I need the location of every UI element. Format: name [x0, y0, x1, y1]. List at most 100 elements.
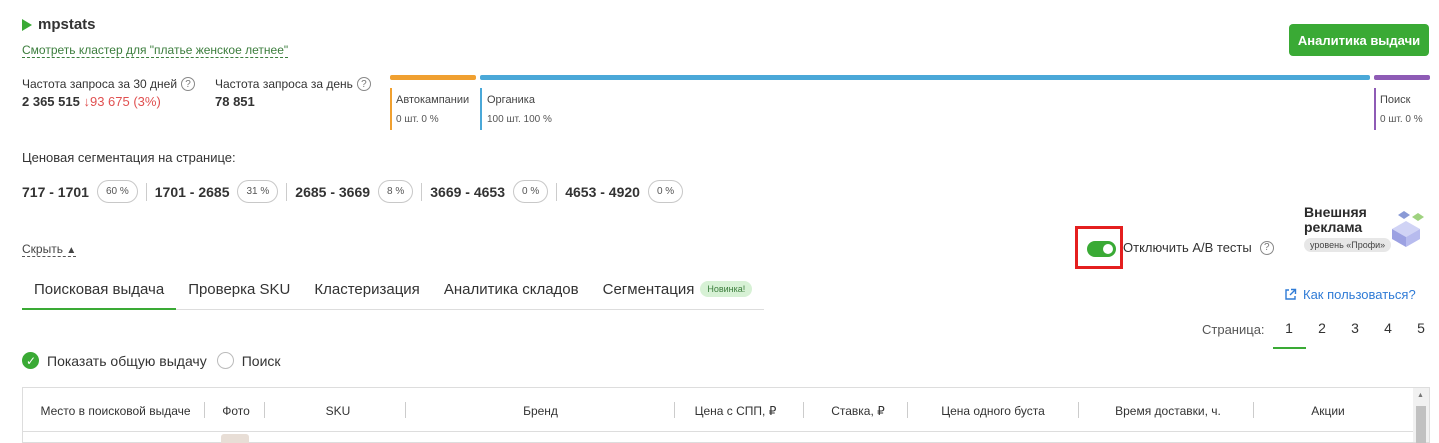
ab-test-label: Отключить A/B тесты	[1123, 240, 1252, 255]
page-4[interactable]: 4	[1372, 320, 1405, 349]
radio-search[interactable]	[216, 352, 234, 369]
segment-bar-search	[1374, 75, 1430, 80]
price-range: 3669 - 4653	[430, 183, 505, 200]
price-segmentation-title: Ценовая сегментация на странице:	[22, 150, 236, 165]
table-scrollbar[interactable]: ▲	[1413, 388, 1429, 443]
column-divider	[204, 402, 205, 418]
segment-sub: 0 шт. 0 %	[396, 114, 439, 125]
scrollbar-thumb[interactable]	[1416, 406, 1426, 443]
segment-autocampaigns: Автокампании 0 шт. 0 %	[396, 94, 469, 125]
page-1[interactable]: 1	[1272, 320, 1306, 349]
column-divider	[264, 402, 265, 418]
freq30-change: ↓93 675 (3%)	[83, 94, 161, 109]
divider	[145, 182, 147, 201]
segment-marker	[390, 88, 392, 130]
view-cluster-link[interactable]: Смотреть кластер для "платье женское лет…	[22, 43, 289, 58]
freq30-label: Частота запроса за 30 дней	[22, 77, 178, 91]
price-pct-pill: 31 %	[237, 180, 279, 203]
segment-label: Поиск	[1380, 94, 1411, 106]
price-range: 717 - 1701	[22, 183, 89, 200]
help-icon[interactable]: ?	[181, 77, 196, 91]
freqday-value: 78 851	[215, 94, 255, 109]
how-to-use-label: Как пользоваться?	[1303, 287, 1416, 302]
freq30-value: 2 365 515	[22, 94, 80, 109]
page-5[interactable]: 5	[1405, 320, 1438, 349]
col-boost-price[interactable]: Цена одного буста	[918, 404, 1068, 418]
header-divider	[23, 431, 1413, 432]
help-icon[interactable]: ?	[1259, 240, 1274, 255]
segment-marker	[480, 88, 482, 130]
hide-link[interactable]: Скрыть ▲	[22, 242, 77, 257]
new-badge: Новинка!	[700, 281, 753, 297]
col-sku[interactable]: SKU	[273, 404, 403, 418]
segment-search: Поиск 0 шт. 0 %	[1380, 94, 1423, 125]
segment-bar-organic	[480, 75, 1370, 80]
tab-segmentation[interactable]: Сегментация Новинка!	[591, 273, 765, 310]
results-table: Место в поисковой выдаче Фото SKU Бренд …	[22, 387, 1430, 443]
mpstats-logo-icon	[22, 18, 32, 31]
ab-test-toggle[interactable]	[1087, 241, 1116, 257]
divider	[286, 182, 288, 201]
segment-marker	[1374, 88, 1376, 130]
price-range: 1701 - 2685	[154, 183, 230, 200]
chevron-up-icon: ▲	[66, 245, 77, 256]
col-delivery-time[interactable]: Время доставки, ч.	[1088, 404, 1248, 418]
tab-sku-check[interactable]: Проверка SKU	[176, 273, 302, 310]
ab-test-control: Отключить A/B тесты ?	[1123, 240, 1274, 255]
segment-organic: Органика 100 шт. 100 %	[487, 94, 552, 125]
scroll-up-icon[interactable]: ▲	[1417, 392, 1424, 399]
col-bid[interactable]: Ставка, ₽	[813, 404, 903, 418]
results-mode-radio: Показать общую выдачу Поиск	[22, 352, 281, 369]
ab-test-toggle-highlight	[1075, 226, 1123, 269]
radio-show-all[interactable]	[22, 352, 39, 369]
col-photo[interactable]: Фото	[211, 404, 261, 418]
column-divider	[803, 402, 804, 418]
tab-bar: Поисковая выдача Проверка SKU Кластериза…	[22, 273, 765, 310]
logo-text: mpstats	[38, 16, 96, 33]
pagination-label: Страница:	[1202, 322, 1265, 337]
col-price-spp[interactable]: Цена с СПП, ₽	[683, 404, 788, 418]
column-divider	[907, 402, 908, 418]
segment-label: Автокампании	[396, 94, 470, 106]
page-3[interactable]: 3	[1339, 320, 1372, 349]
price-pct-pill: 60 %	[96, 180, 138, 203]
hide-link-label: Скрыть	[22, 242, 63, 256]
column-divider	[405, 402, 406, 418]
column-divider	[674, 402, 675, 418]
external-ads-icon	[1392, 211, 1424, 247]
page-2[interactable]: 2	[1306, 320, 1339, 349]
col-brand[interactable]: Бренд	[413, 404, 668, 418]
ad-level-label: уровень «Профи»	[1304, 238, 1392, 252]
external-ads-badge[interactable]: Внешняя реклама уровень «Профи»	[1304, 205, 1430, 259]
price-range: 4653 - 4920	[565, 183, 640, 200]
radio-search-label[interactable]: Поиск	[242, 353, 281, 369]
segment-bar-autocampaigns	[390, 75, 476, 80]
column-divider	[1253, 402, 1254, 418]
product-photo[interactable]	[221, 434, 249, 443]
col-promotions[interactable]: Акции	[1263, 404, 1393, 418]
price-pct-pill: 8 %	[378, 180, 414, 203]
column-divider	[1078, 402, 1079, 418]
price-segmentation-row: 717 - 1701 60 % 1701 - 2685 31 % 2685 - 36…	[22, 180, 684, 203]
col-position[interactable]: Место в поисковой выдаче	[33, 404, 198, 418]
tab-clusterization[interactable]: Кластеризация	[302, 273, 431, 310]
how-to-use-link[interactable]: Как пользоваться?	[1284, 287, 1416, 302]
tab-search-results[interactable]: Поисковая выдача	[22, 273, 177, 310]
analytics-button[interactable]: Аналитика выдачи	[1289, 24, 1429, 56]
mpstats-logo[interactable]: mpstats	[22, 16, 96, 33]
price-pct-pill: 0 %	[512, 180, 549, 203]
freqday-stat: Частота запроса за день? 78 851	[215, 77, 371, 109]
freqday-label: Частота запроса за день	[215, 77, 353, 91]
tab-label: Сегментация	[602, 281, 695, 298]
tab-warehouse-analytics[interactable]: Аналитика складов	[432, 273, 591, 310]
segment-sub: 100 шт. 100 %	[487, 114, 552, 125]
segment-sub: 0 шт. 0 %	[1380, 114, 1423, 125]
radio-show-all-label[interactable]: Показать общую выдачу	[47, 353, 207, 369]
divider	[556, 182, 558, 201]
freq30-stat: Частота запроса за 30 дней? 2 365 515 ↓9…	[22, 77, 196, 109]
divider	[421, 182, 423, 201]
pagination: Страница: 1 2 3 4 5	[1202, 320, 1438, 349]
price-range: 2685 - 3669	[295, 183, 371, 200]
external-link-icon	[1285, 288, 1297, 300]
help-icon[interactable]: ?	[356, 77, 371, 91]
